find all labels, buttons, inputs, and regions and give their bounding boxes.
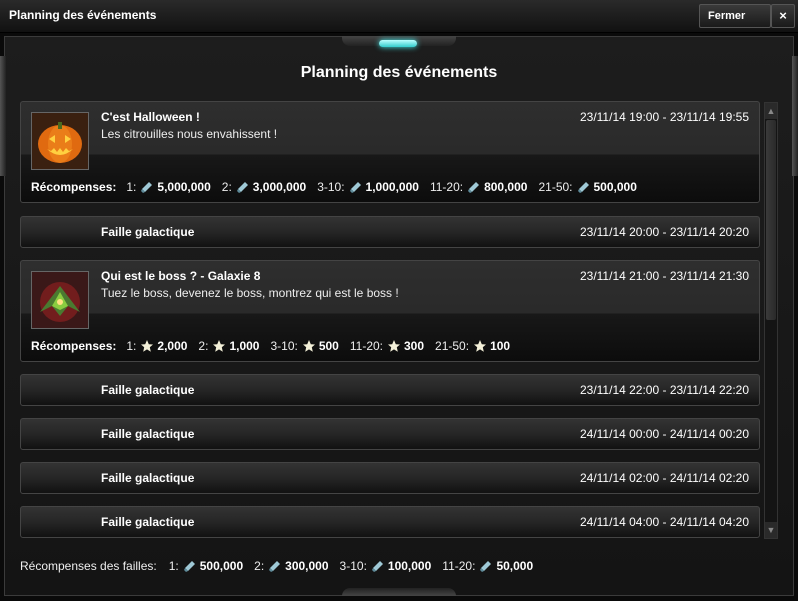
event-date: 23/11/14 20:00 - 23/11/14 20:20 [579,225,749,239]
crystal-icon [577,182,589,193]
crystal-icon [349,182,361,193]
event-name: Faille galactique [101,515,195,529]
frame-bottom-tab [342,588,456,596]
event-date: 24/11/14 02:00 - 24/11/14 02:20 [579,471,749,485]
reward-rank: 1: [168,559,179,573]
event-date: 23/11/14 22:00 - 23/11/14 22:20 [579,383,749,397]
event-card-faille[interactable]: Faille galactique 23/11/14 22:00 - 23/11… [20,374,760,406]
close-icon[interactable]: × [771,4,795,28]
event-card-faille[interactable]: Faille galactique 24/11/14 04:00 - 24/11… [20,506,760,538]
reward-amount: 50,000 [496,559,534,573]
window-titlebar: Planning des événements Fermer × [0,0,798,33]
boss-ship-icon [31,271,89,329]
event-description: Les citrouilles nous envahissent ! [101,127,278,141]
rewards-label: Récompenses: [31,339,117,353]
reward-rank: 3-10: [270,339,298,353]
event-date: 24/11/14 00:00 - 24/11/14 00:20 [579,427,749,441]
event-card-halloween[interactable]: C'est Halloween ! 23/11/14 19:00 - 23/11… [20,101,760,203]
event-name: Faille galactique [101,383,195,397]
event-name: Faille galactique [101,471,195,485]
reward-amount: 1,000,000 [365,180,419,194]
reward-rank: 21-50: [538,180,573,194]
reward-rank: 3-10: [317,180,345,194]
window-title: Planning des événements [9,8,157,22]
star-icon [141,340,154,352]
reward-amount: 5,000,000 [157,180,211,194]
reward-amount: 3,000,000 [252,180,307,194]
event-card-boss[interactable]: Qui est le boss ? - Galaxie 8 23/11/14 2… [20,260,760,362]
rewards-row: Récompenses: 1: 2,000 2: 1,000 3-10: 500… [31,337,521,355]
event-list-scrollbar[interactable]: ▲ ▼ [764,102,778,539]
close-button[interactable]: Fermer [699,4,771,28]
reward-rank: 11-20: [349,339,383,353]
reward-rank: 11-20: [442,559,476,573]
event-card-faille[interactable]: Faille galactique 24/11/14 00:00 - 24/11… [20,418,760,450]
reward-rank: 2: [254,559,265,573]
pumpkin-icon [31,112,89,170]
faille-rewards-label: Récompenses des failles: [20,559,157,573]
page-title: Planning des événements [300,64,498,81]
event-name: Faille galactique [101,427,195,441]
reward-amount: 100,000 [387,559,432,573]
star-icon [302,340,315,352]
reward-rank: 11-20: [429,180,464,194]
crystal-icon [141,182,153,193]
crystal-icon [371,561,383,572]
reward-amount: 2,000 [157,339,188,353]
crystal-icon [480,561,492,572]
reward-amount: 300,000 [285,559,329,573]
glow-indicator-icon [379,40,417,47]
rewards-row: Récompenses: 1: 5,000,000 2: 3,000,000 3… [31,178,648,196]
reward-rank: 1: [126,180,137,194]
scroll-up-icon[interactable]: ▲ [765,103,777,119]
scroll-down-icon[interactable]: ▼ [765,522,777,538]
reward-rank: 1: [126,339,137,353]
star-icon [388,340,400,352]
star-icon [474,340,487,352]
reward-rank: 2: [198,339,209,353]
event-card-faille[interactable]: Faille galactique 23/11/14 20:00 - 23/11… [20,216,760,248]
rewards-label: Récompenses: [31,180,117,194]
event-date: 23/11/14 21:00 - 23/11/14 21:30 [579,269,749,283]
reward-amount: 500,000 [593,180,637,194]
reward-amount: 100 [490,339,511,353]
crystal-icon [269,561,281,572]
event-card-faille[interactable]: Faille galactique 24/11/14 02:00 - 24/11… [20,462,760,494]
reward-rank: 3-10: [339,559,367,573]
crystal-icon [183,561,195,572]
event-list[interactable]: C'est Halloween ! 23/11/14 19:00 - 23/11… [20,101,761,539]
event-name: Faille galactique [101,225,195,239]
reward-amount: 500 [318,339,339,353]
reward-rank: 21-50: [435,339,470,353]
event-date: 23/11/14 19:00 - 23/11/14 19:55 [579,110,749,124]
crystal-icon [236,182,248,193]
star-icon [213,340,226,352]
crystal-icon [468,182,480,193]
reward-amount: 800,000 [484,180,528,194]
reward-amount: 1,000 [229,339,260,353]
event-name: C'est Halloween ! [101,110,200,124]
event-name: Qui est le boss ? - Galaxie 8 [101,269,261,283]
event-description: Tuez le boss, devenez le boss, montrez q… [101,286,399,300]
reward-amount: 300 [404,339,425,353]
reward-rank: 2: [221,180,232,194]
scrollbar-thumb[interactable] [766,120,776,320]
event-date: 24/11/14 04:00 - 24/11/14 04:20 [579,515,749,529]
faille-rewards-footer: Récompenses des failles: 1: 500,000 2: 3… [20,557,544,575]
reward-amount: 500,000 [199,559,244,573]
